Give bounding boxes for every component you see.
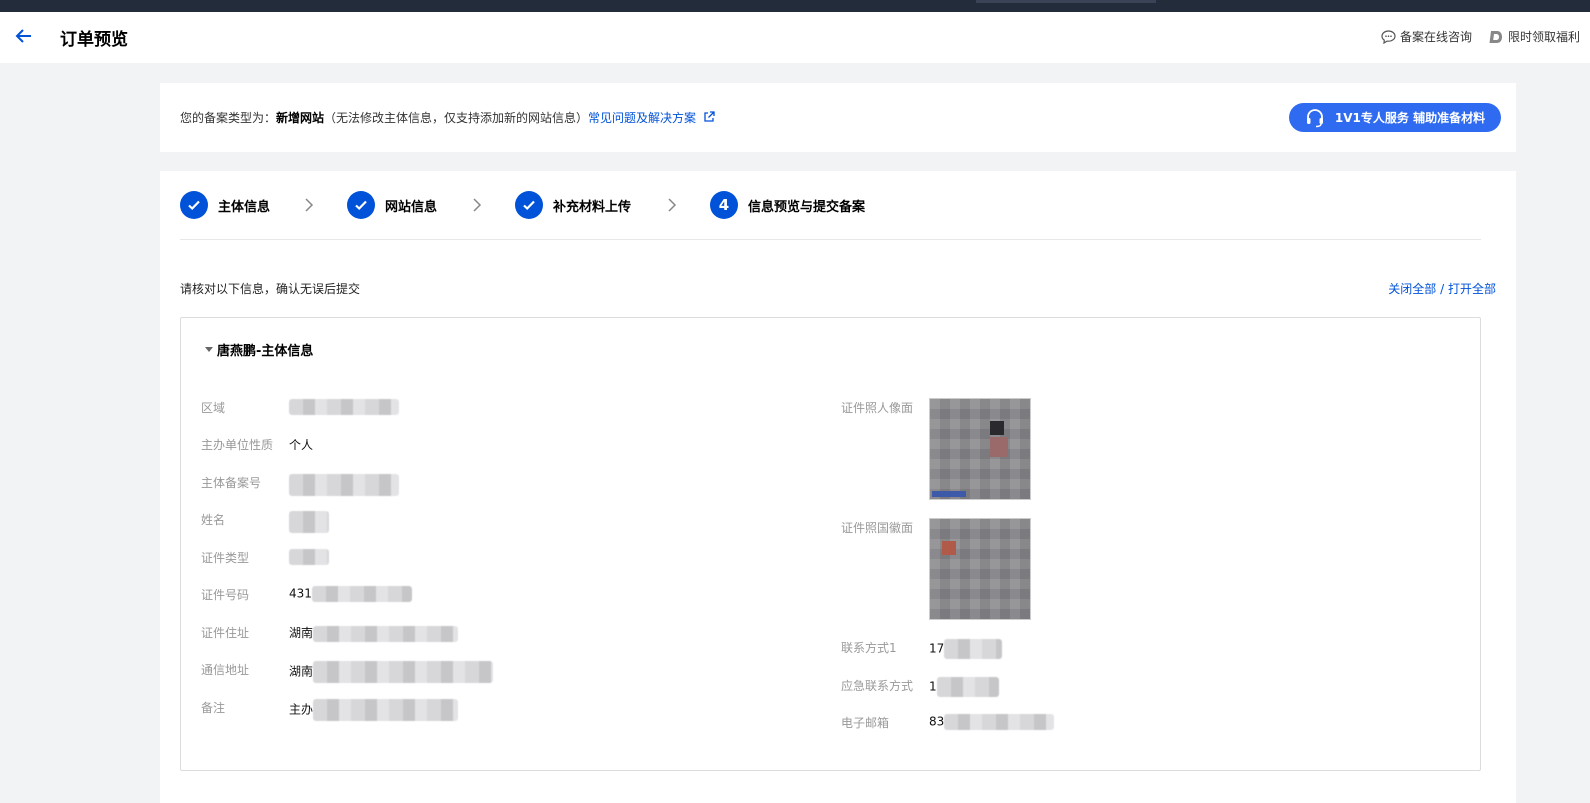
steps-divider bbox=[180, 239, 1481, 240]
top-strip bbox=[0, 0, 1590, 12]
redacted-value bbox=[289, 511, 329, 533]
field-label: 证件照国徽面 bbox=[841, 521, 914, 535]
step-preview-submit[interactable]: 4 信息预览与提交备案 bbox=[710, 191, 865, 219]
field-value: 主办 bbox=[289, 702, 314, 717]
field-label: 联系方式1 bbox=[841, 641, 897, 655]
field-value: 17 bbox=[929, 641, 945, 656]
chevron-right-icon bbox=[667, 197, 677, 217]
faq-link-label: 常见问题及解决方案 bbox=[588, 111, 697, 125]
redacted-value bbox=[944, 714, 1055, 730]
field-label: 电子邮箱 bbox=[841, 716, 890, 730]
subject-info-toggle[interactable]: 唐燕鹏-主体信息 bbox=[205, 340, 313, 359]
open-all-link[interactable]: 打开全部 bbox=[1448, 282, 1496, 296]
redacted-value bbox=[311, 586, 412, 602]
step-label: 主体信息 bbox=[218, 199, 271, 215]
redacted-value bbox=[289, 549, 329, 565]
redacted-value bbox=[313, 661, 494, 683]
field-label: 证件住址 bbox=[201, 626, 250, 640]
close-all-link[interactable]: 关闭全部 bbox=[1388, 282, 1436, 296]
step-label: 网站信息 bbox=[385, 199, 438, 215]
chevron-right-icon bbox=[304, 197, 314, 217]
redacted-value bbox=[289, 474, 399, 496]
field-label: 应急联系方式 bbox=[841, 679, 914, 693]
step-label: 信息预览与提交备案 bbox=[748, 199, 866, 215]
page-header: 订单预览 备案在线咨询 限时领取福利 bbox=[0, 12, 1590, 63]
chevron-right-icon bbox=[472, 197, 482, 217]
field-value: 个人 bbox=[289, 438, 314, 452]
brand-logo-icon bbox=[1489, 30, 1502, 43]
step-website-info[interactable]: 网站信息 bbox=[347, 191, 437, 219]
welfare-label: 限时领取福利 bbox=[1507, 30, 1580, 44]
field-label: 证件照人像面 bbox=[841, 401, 914, 415]
headset-icon bbox=[1306, 108, 1323, 127]
field-label: 区域 bbox=[201, 401, 226, 415]
field-value: 湖南 bbox=[289, 626, 314, 640]
field-label: 主办单位性质 bbox=[201, 438, 274, 452]
step-label: 补充材料上传 bbox=[553, 199, 632, 215]
redacted-value bbox=[313, 699, 459, 721]
filing-type-value: 新增网站 bbox=[276, 111, 325, 125]
online-consult-link[interactable]: 备案在线咨询 bbox=[1381, 28, 1472, 45]
expand-toggle: 关闭全部 / 打开全部 bbox=[1388, 280, 1496, 297]
field-label: 主体备案号 bbox=[201, 476, 262, 490]
field-value: 431 bbox=[289, 586, 312, 601]
field-label: 姓名 bbox=[201, 513, 226, 527]
filing-type-notice: 您的备案类型为：新增网站（无法修改主体信息，仅支持添加新的网站信息）常见问题及解… bbox=[180, 109, 715, 126]
redacted-value bbox=[936, 677, 999, 697]
field-label: 通信地址 bbox=[201, 663, 250, 677]
redacted-value bbox=[944, 639, 1003, 659]
field-label: 证件类型 bbox=[201, 551, 250, 565]
check-icon bbox=[180, 191, 208, 219]
step-number: 4 bbox=[710, 191, 738, 219]
subject-info-card: 唐燕鹏-主体信息 区域 主办单位性质 个人 主体备案号 姓名 证件类型 证件号码… bbox=[180, 317, 1481, 771]
progress-steps: 主体信息 网站信息 补充材料上传 4 信息预览与提交备案 bbox=[180, 191, 1481, 221]
id-photo-portrait[interactable] bbox=[929, 398, 1031, 500]
check-icon bbox=[347, 191, 375, 219]
expert-service-label: 1V1专人服务 辅助准备材料 bbox=[1334, 111, 1486, 125]
notice-prefix: 您的备案类型为： bbox=[180, 111, 277, 125]
field-value: 1 bbox=[929, 679, 937, 694]
filing-type-panel: 您的备案类型为：新增网站（无法修改主体信息，仅支持添加新的网站信息）常见问题及解… bbox=[160, 83, 1516, 152]
step-material-upload[interactable]: 补充材料上传 bbox=[515, 191, 631, 219]
faq-link[interactable]: 常见问题及解决方案 bbox=[588, 111, 715, 125]
back-arrow-icon[interactable] bbox=[14, 26, 34, 46]
welfare-link[interactable]: 限时领取福利 bbox=[1488, 28, 1580, 45]
id-photo-emblem[interactable] bbox=[929, 518, 1031, 620]
check-icon bbox=[515, 191, 543, 219]
field-value: 83 bbox=[929, 714, 945, 729]
field-label: 备注 bbox=[201, 701, 226, 715]
toggle-separator: / bbox=[1436, 282, 1448, 296]
expert-service-button[interactable]: 1V1专人服务 辅助准备材料 bbox=[1289, 103, 1501, 132]
redacted-value bbox=[289, 399, 399, 415]
card-title: 唐燕鹏-主体信息 bbox=[217, 344, 314, 359]
chat-icon bbox=[1381, 29, 1396, 44]
review-instruction: 请核对以下信息，确认无误后提交 bbox=[180, 282, 361, 296]
notice-desc: （无法修改主体信息，仅支持添加新的网站信息） bbox=[324, 111, 589, 125]
external-link-icon bbox=[704, 111, 715, 122]
step-subject-info[interactable]: 主体信息 bbox=[180, 191, 270, 219]
preview-panel: 主体信息 网站信息 补充材料上传 4 信息预览与提交备案 请核对以下信息，确认无… bbox=[160, 171, 1516, 803]
caret-down-icon bbox=[205, 347, 213, 352]
online-consult-label: 备案在线咨询 bbox=[1399, 30, 1472, 44]
field-label: 证件号码 bbox=[201, 588, 250, 602]
page-title: 订单预览 bbox=[60, 30, 128, 50]
redacted-value bbox=[313, 625, 459, 642]
field-value: 湖南 bbox=[289, 664, 314, 679]
